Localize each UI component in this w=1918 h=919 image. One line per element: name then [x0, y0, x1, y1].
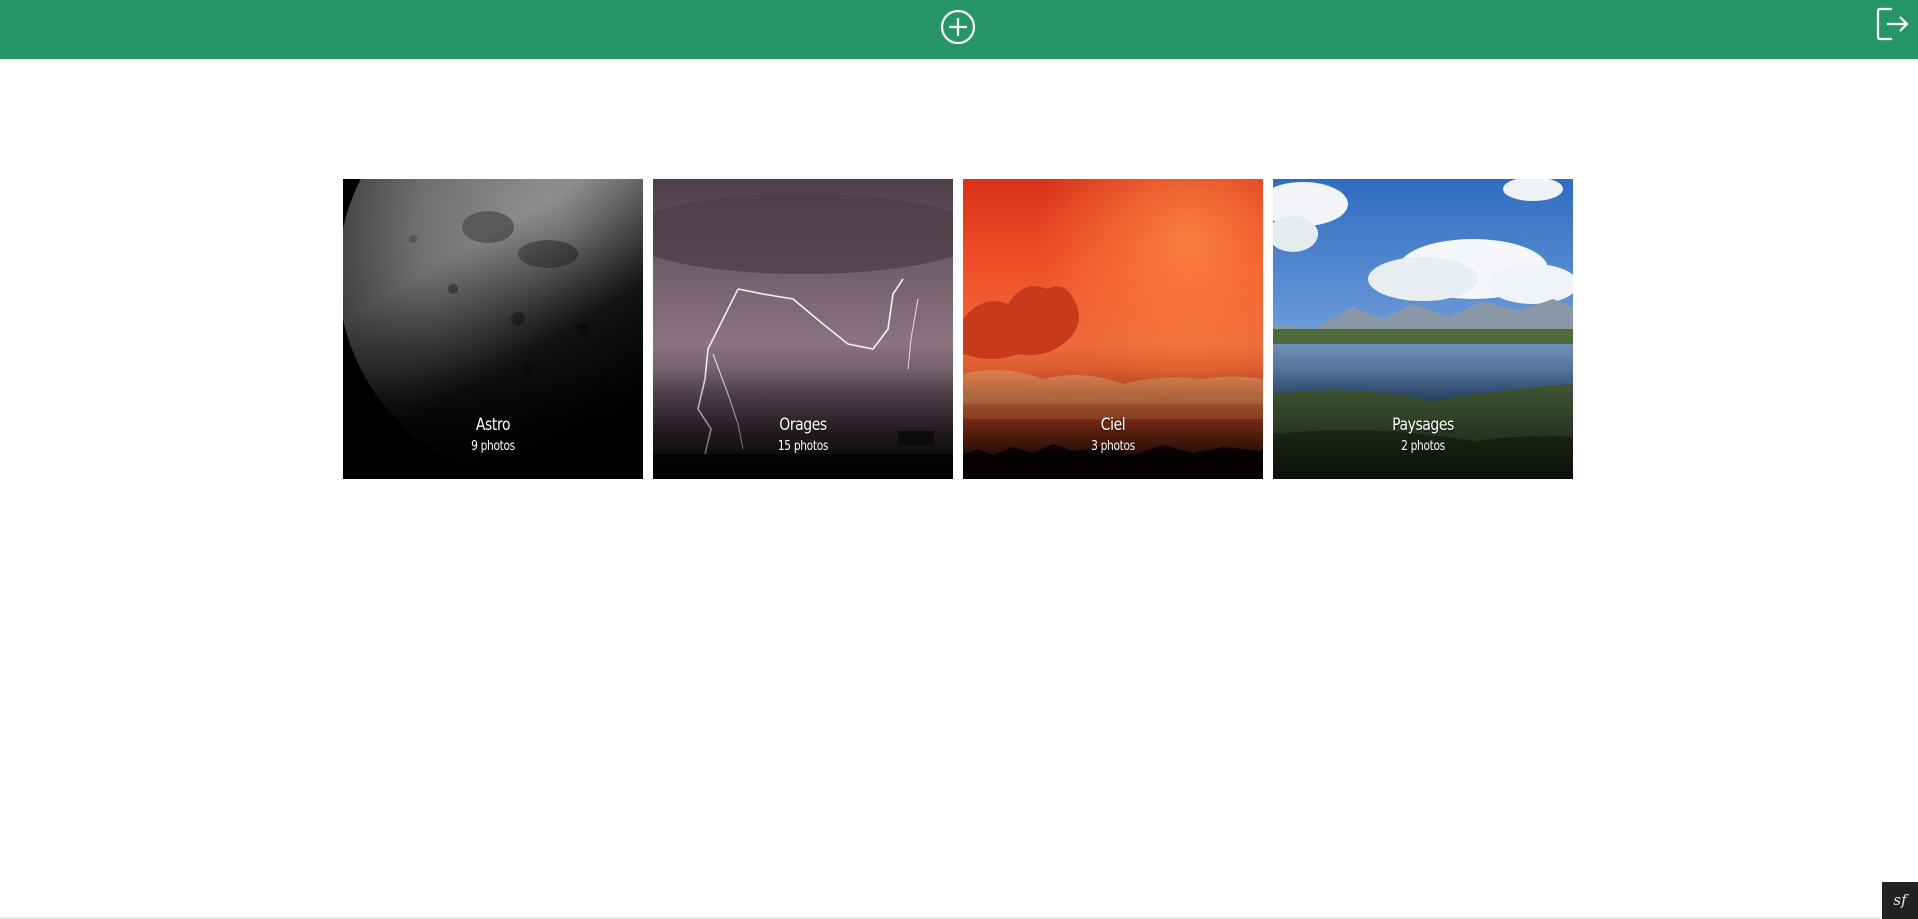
album-title: Paysages: [1392, 415, 1454, 435]
add-album-button[interactable]: [939, 8, 977, 46]
symfony-toolbar-button[interactable]: sf: [1882, 882, 1918, 919]
album-card-orages[interactable]: Orages 15 photos: [653, 179, 953, 479]
album-card-paysages[interactable]: Paysages 2 photos: [1273, 179, 1573, 479]
album-photo-count: 9 photos: [471, 439, 515, 454]
album-caption: Astro 9 photos: [343, 415, 643, 454]
album-photo-count: 2 photos: [1401, 439, 1445, 454]
album-gallery: Astro 9 photos Orages 15 photos Ciel 3 p…: [343, 179, 1575, 479]
symfony-logo: sf: [1893, 891, 1907, 909]
album-caption: Ciel 3 photos: [963, 415, 1263, 454]
album-card-ciel[interactable]: Ciel 3 photos: [963, 179, 1263, 479]
album-card-astro[interactable]: Astro 9 photos: [343, 179, 643, 479]
album-title: Orages: [779, 415, 827, 435]
album-caption: Paysages 2 photos: [1273, 415, 1573, 454]
album-photo-count: 15 photos: [777, 439, 829, 454]
album-photo-count: 3 photos: [1091, 439, 1135, 454]
logout-icon: [1876, 7, 1909, 41]
album-title: Ciel: [1100, 415, 1126, 435]
top-bar: [0, 0, 1918, 59]
plus-circle-icon: [940, 9, 976, 45]
logout-button[interactable]: [1876, 6, 1910, 42]
album-caption: Orages 15 photos: [653, 415, 953, 454]
album-title: Astro: [475, 415, 511, 435]
